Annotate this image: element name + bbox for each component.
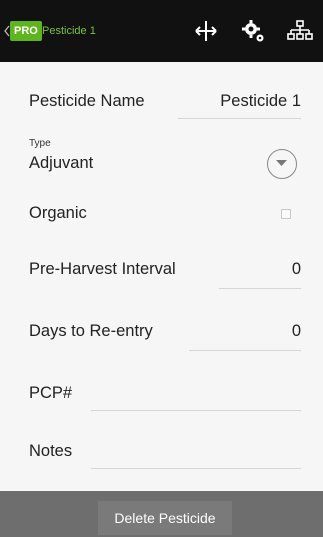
pre-harvest-interval-label: Pre-Harvest Interval [29,260,176,278]
pesticide-name-row: Pesticide Name Pesticide 1 [29,86,301,126]
pre-harvest-interval-underline [219,288,301,289]
days-to-reentry-row: Days to Re-entry 0 [29,318,301,358]
organic-label: Organic [29,204,87,222]
pesticide-name-underline [178,118,301,119]
organic-checkbox[interactable] [281,209,291,219]
page-title: Pesticide 1 [42,25,96,37]
move-icon[interactable] [192,18,220,44]
notes-label: Notes [29,442,73,460]
settings-gears-icon[interactable] [240,18,268,44]
footer-bar: Delete Pesticide [0,491,323,537]
days-to-reentry-label: Days to Re-entry [29,322,153,340]
pro-badge: PRO [10,21,42,41]
organic-row: Organic [29,200,301,232]
pcp-label: PCP# [29,384,73,402]
type-caption: Type [29,138,51,149]
type-dropdown-button[interactable] [267,149,297,179]
delete-pesticide-button[interactable]: Delete Pesticide [98,501,232,535]
days-to-reentry-field[interactable]: 0 [292,322,301,341]
pesticide-name-label: Pesticide Name [29,92,145,110]
pre-harvest-interval-field[interactable]: 0 [292,260,301,279]
pcp-underline [91,410,301,411]
notes-row: Notes [29,438,301,478]
type-value[interactable]: Adjuvant [29,154,93,173]
type-row: Type Adjuvant [29,138,301,190]
chevron-down-icon [276,160,287,166]
pre-harvest-interval-row: Pre-Harvest Interval 0 [29,256,301,296]
notes-underline [91,468,301,469]
hierarchy-icon[interactable] [286,18,314,44]
pcp-row: PCP# [29,380,301,420]
days-to-reentry-underline [189,350,301,351]
top-bar: PRO Pesticide 1 [0,0,323,62]
pesticide-name-field[interactable]: Pesticide 1 [220,92,301,111]
